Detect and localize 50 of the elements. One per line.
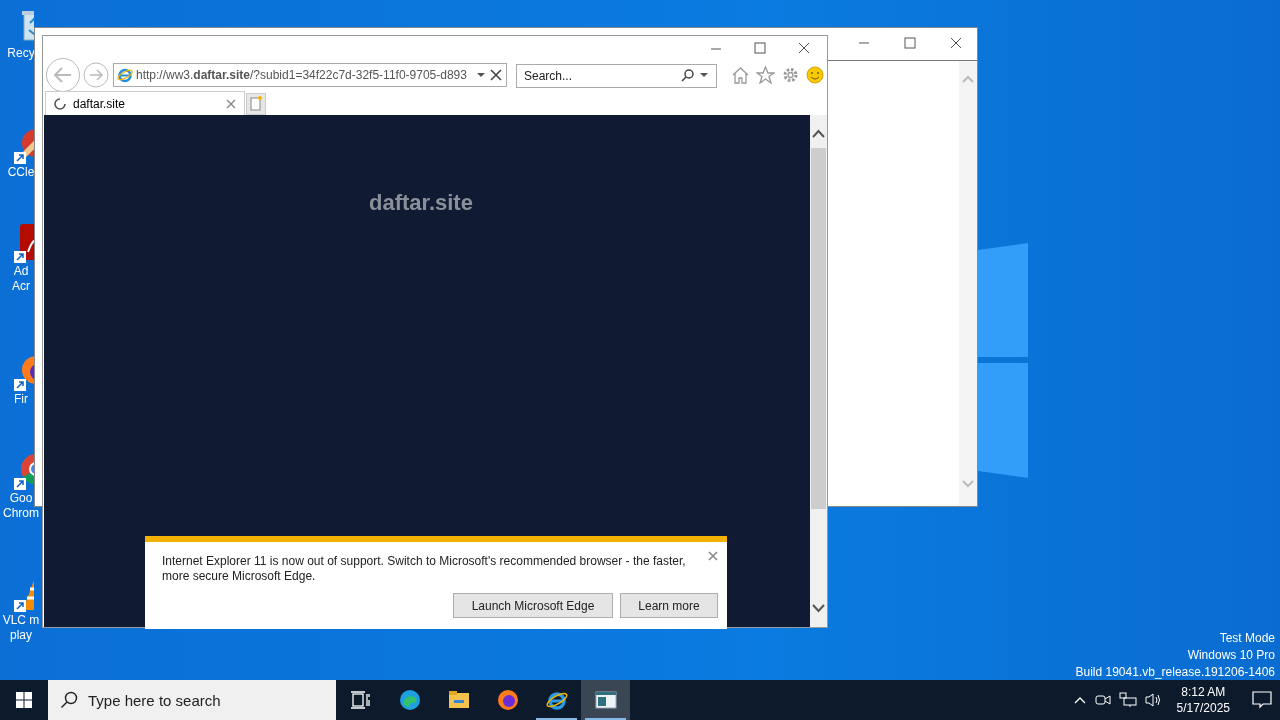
desktop-icon-label: play	[10, 628, 32, 643]
scroll-up-icon[interactable]	[812, 129, 825, 138]
desktop-icon-label: Chrom	[3, 506, 39, 521]
notification-button[interactable]: Launch Microsoft Edge	[453, 593, 613, 618]
taskview-app-icon	[349, 689, 372, 711]
taskbar-app-button[interactable]	[581, 680, 630, 720]
clock-time[interactable]: 8:12 AM	[1181, 684, 1226, 700]
camera-icon[interactable]	[1094, 692, 1111, 708]
explorer-app-icon	[447, 689, 470, 711]
system-info-text: Build 19041.vb_release.191206-1406	[1075, 664, 1275, 681]
scrollbar[interactable]	[810, 115, 827, 627]
windows-logo-icon	[16, 692, 32, 708]
scroll-thumb[interactable]	[811, 148, 826, 509]
dropdown-icon[interactable]	[476, 70, 487, 80]
dropdown-icon[interactable]	[699, 70, 709, 80]
browser-tab[interactable]: daftar.site	[45, 91, 245, 115]
home-icon[interactable]	[731, 66, 750, 84]
notification-text: Internet Explorer 11 is now out of support. Switch to Microsoft's recommended browser - the faster, more secure Microsoft Edge.	[162, 554, 687, 584]
site-heading: daftar.site	[369, 189, 473, 217]
chevron-up-icon[interactable]	[1072, 695, 1087, 705]
system-info-text: Windows 10 Pro	[1187, 647, 1275, 664]
settings-icon[interactable]	[781, 66, 800, 84]
window-app-icon	[594, 689, 617, 711]
scroll-down-icon[interactable]	[812, 604, 825, 613]
ie-logo-icon	[117, 67, 133, 83]
search-icon	[60, 691, 78, 709]
address-text: http://ww3.daftar.site/?subid1=34f22c7d-32f5-11f0-9705-d893	[135, 67, 468, 84]
desktop-icon-label: CCle	[7, 165, 35, 180]
desktop-icon-label: Fir	[14, 392, 28, 407]
system-info-text: Test Mode	[1219, 630, 1275, 647]
desktop-icon-label: Acr	[12, 279, 30, 294]
desktop-icon-label: Recy	[7, 46, 35, 61]
notification-icon[interactable]	[1252, 691, 1272, 709]
taskbar-search-field[interactable]: Type here to search	[48, 680, 336, 720]
edge-app-icon	[398, 689, 421, 711]
smiley-icon[interactable]	[806, 66, 824, 84]
speaker-icon[interactable]	[1144, 692, 1163, 708]
desktop-icon-label: VLC m	[2, 613, 40, 628]
search-field[interactable]: Search...	[516, 64, 717, 88]
search-icon[interactable]	[681, 68, 695, 82]
address-bar[interactable]: http://ww3.daftar.site/?subid1=34f22c7d-32f5-11f0-9705-d893	[113, 63, 507, 87]
ie-app-icon	[545, 689, 568, 711]
network-icon[interactable]	[1118, 692, 1137, 708]
firefox-app-icon	[496, 689, 519, 711]
desktop-icon-label: Ad	[13, 264, 29, 279]
clock-date[interactable]: 5/17/2025	[1176, 700, 1230, 716]
desktop-icon-label: Goo	[9, 491, 33, 506]
close-icon[interactable]	[489, 68, 503, 82]
star-icon[interactable]	[756, 66, 775, 84]
notification-button[interactable]: Learn more	[620, 593, 718, 618]
